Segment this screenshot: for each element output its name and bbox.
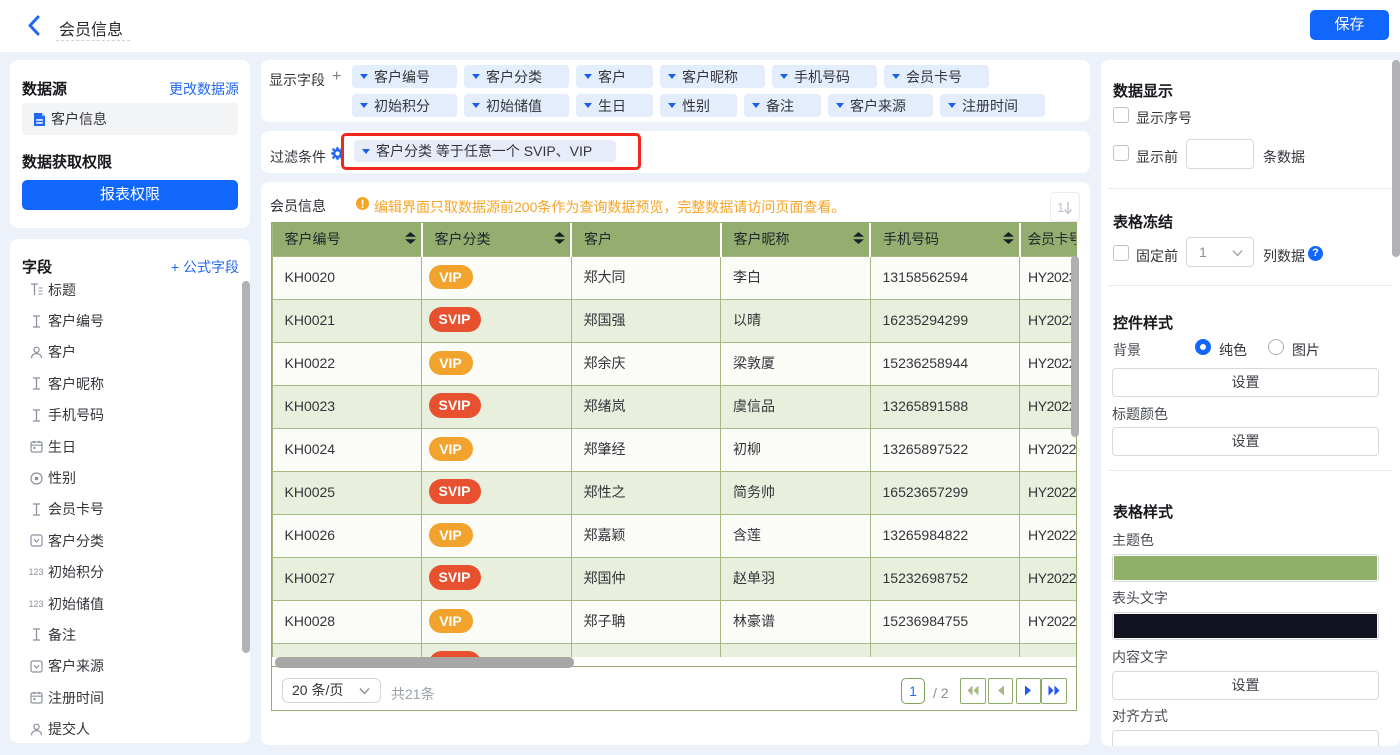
svg-text:1: 1 [1057, 200, 1064, 215]
